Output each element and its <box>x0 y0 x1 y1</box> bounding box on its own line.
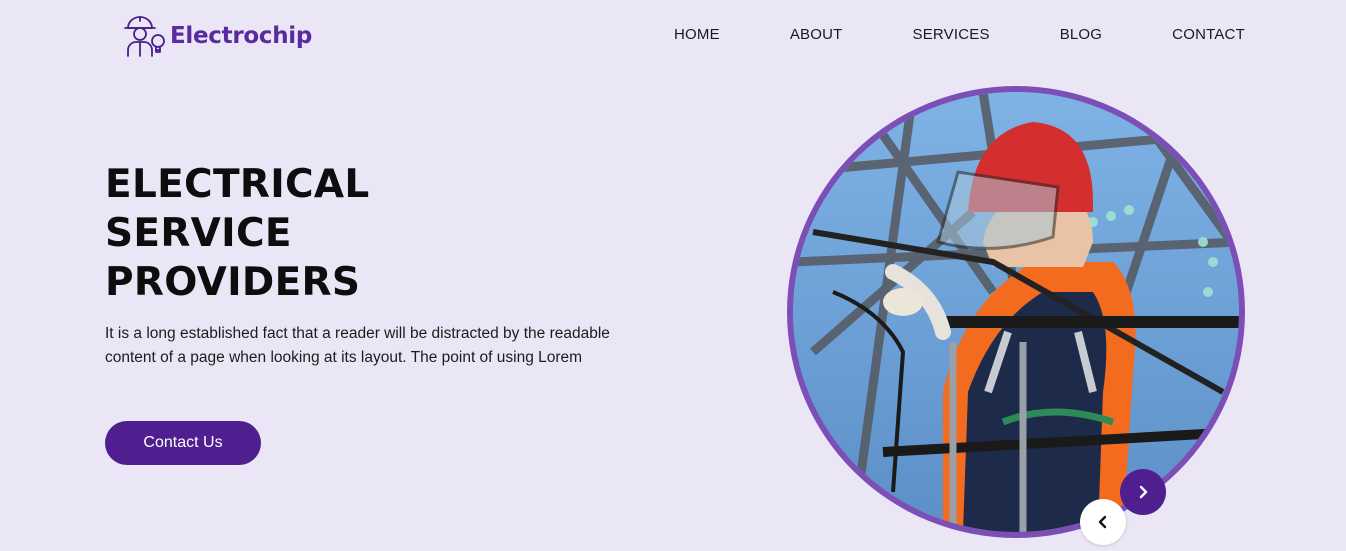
nav-contact[interactable]: CONTACT <box>1172 24 1245 45</box>
nav-about[interactable]: ABOUT <box>790 24 843 45</box>
chevron-left-icon <box>1098 515 1107 529</box>
brand-name: Electrochip <box>170 23 313 49</box>
main-nav: HOME ABOUT SERVICES BLOG CONTACT <box>650 24 1245 45</box>
slider-prev-button[interactable] <box>1080 499 1126 545</box>
hero-description: It is a long established fact that a rea… <box>105 325 610 366</box>
hero-image-frame <box>787 86 1245 538</box>
contact-us-button[interactable]: Contact Us <box>105 421 261 465</box>
electrician-lineman-on-pylon-photo <box>793 92 1239 532</box>
hero-title-line: PROVIDERS <box>105 260 361 305</box>
nav-home[interactable]: HOME <box>674 24 720 45</box>
hero-title-line: ELECTRICAL <box>105 162 370 207</box>
slider-next-button[interactable] <box>1120 469 1166 515</box>
nav-services[interactable]: SERVICES <box>913 24 990 45</box>
site-header: Electrochip HOME ABOUT SERVICES BLOG CON… <box>0 0 1346 72</box>
hero-title: ELECTRICAL SERVICE PROVIDERS <box>105 160 525 307</box>
nav-blog[interactable]: BLOG <box>1060 24 1102 45</box>
chevron-right-icon <box>1139 485 1148 499</box>
hero-title-line: SERVICE <box>105 211 292 256</box>
brand-logo-link[interactable]: Electrochip <box>120 12 312 60</box>
electrician-worker-icon <box>124 16 165 57</box>
